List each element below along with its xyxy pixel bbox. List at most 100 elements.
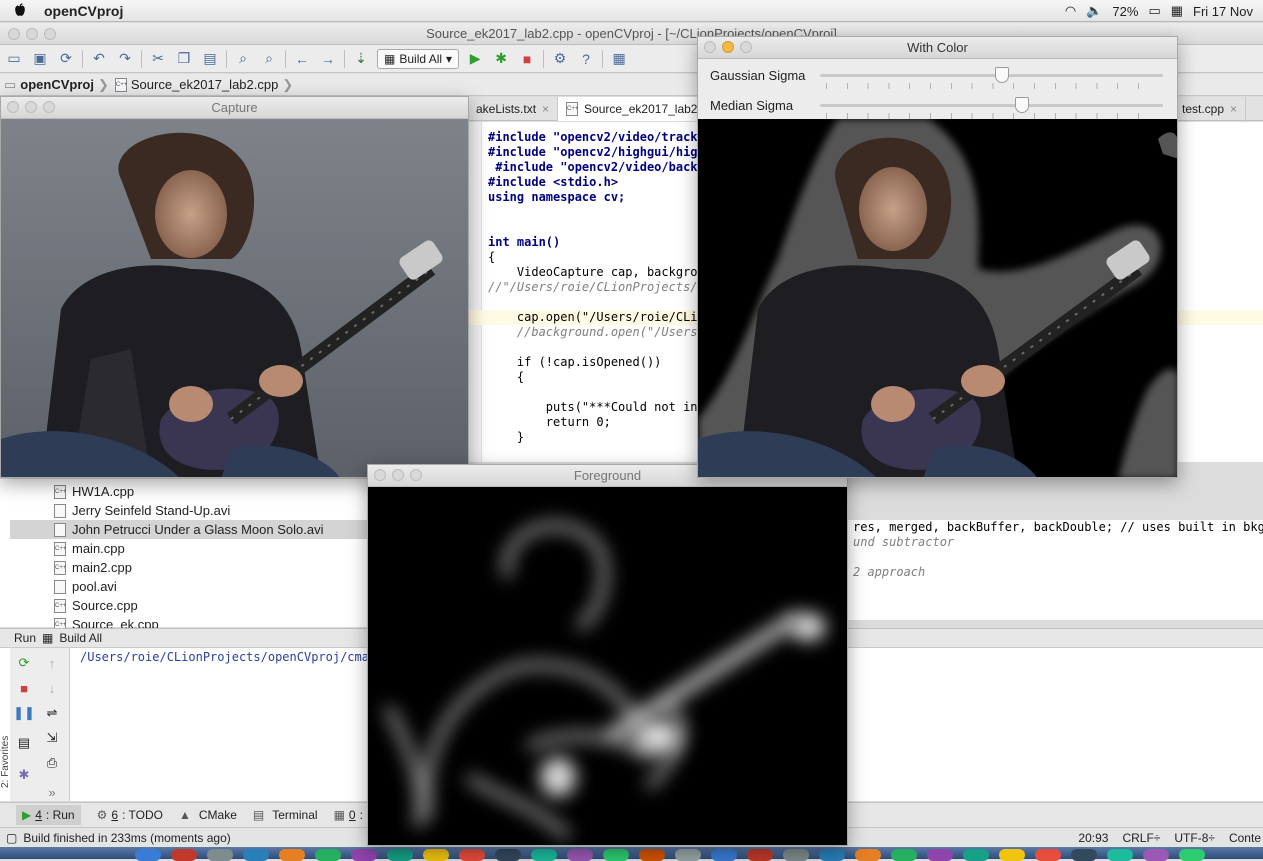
stop-icon[interactable]: ■ bbox=[517, 49, 537, 69]
build-config-select[interactable]: ▦ Build All ▾ bbox=[377, 48, 460, 69]
replace-icon[interactable]: ⌕ bbox=[259, 49, 279, 69]
dock-app-icon[interactable] bbox=[603, 849, 629, 861]
tab-test[interactable]: test.cpp × bbox=[1174, 97, 1247, 121]
dock-app-icon[interactable] bbox=[1035, 849, 1061, 861]
battery-icon[interactable]: ▭ bbox=[1148, 3, 1160, 19]
redo-icon[interactable]: ↷ bbox=[115, 49, 135, 69]
stop-icon[interactable]: ■ bbox=[15, 679, 33, 697]
dock-app-icon[interactable] bbox=[891, 849, 917, 861]
dock-app-icon[interactable] bbox=[135, 849, 161, 861]
close-tab-icon[interactable]: × bbox=[542, 102, 549, 116]
minimize-icon[interactable] bbox=[25, 101, 37, 113]
zoom-icon[interactable] bbox=[740, 41, 752, 53]
dock-app-icon[interactable] bbox=[207, 849, 233, 861]
cut-icon[interactable]: ✂ bbox=[148, 49, 168, 69]
minimize-icon[interactable] bbox=[392, 469, 404, 481]
line-separator[interactable]: CRLF÷ bbox=[1122, 831, 1160, 845]
pin-icon[interactable]: ✱ bbox=[15, 766, 33, 784]
dock-app-icon[interactable] bbox=[1107, 849, 1133, 861]
find-icon[interactable]: ⌕ bbox=[233, 49, 253, 69]
battery-percent[interactable]: 72% bbox=[1112, 4, 1138, 19]
close-tab-icon[interactable]: × bbox=[1230, 102, 1237, 116]
caret-position[interactable]: 20:93 bbox=[1078, 831, 1108, 845]
zoom-icon[interactable] bbox=[43, 101, 55, 113]
close-icon[interactable] bbox=[7, 101, 19, 113]
dock-app-icon[interactable] bbox=[459, 849, 485, 861]
gaussian-sigma-slider[interactable] bbox=[820, 74, 1163, 77]
arrow-down-icon[interactable]: ↓ bbox=[43, 679, 61, 697]
save-icon[interactable]: ▣ bbox=[30, 49, 50, 69]
dock-app-icon[interactable] bbox=[675, 849, 701, 861]
slider-thumb[interactable] bbox=[1015, 97, 1030, 113]
run-icon[interactable]: ▶ bbox=[465, 49, 485, 69]
minimize-icon[interactable] bbox=[26, 28, 38, 40]
breadcrumb-file[interactable]: C++ Source_ek2017_lab2.cpp ❯ bbox=[114, 77, 299, 93]
dock-app-icon[interactable] bbox=[531, 849, 557, 861]
favorites-side-tab[interactable]: 2: Favorites bbox=[0, 708, 11, 788]
more-icon[interactable]: » bbox=[43, 783, 61, 801]
apple-icon[interactable] bbox=[10, 2, 30, 19]
dock-app-icon[interactable] bbox=[855, 849, 881, 861]
copy-icon[interactable]: ❐ bbox=[174, 49, 194, 69]
dock-app-icon[interactable] bbox=[747, 849, 773, 861]
arrow-up-icon[interactable]: ↑ bbox=[43, 654, 61, 672]
tool-tab-terminal[interactable]: ▤ Terminal bbox=[253, 808, 318, 822]
slider-thumb[interactable] bbox=[994, 67, 1009, 83]
close-icon[interactable] bbox=[374, 469, 386, 481]
close-icon[interactable] bbox=[8, 28, 20, 40]
dock-app-icon[interactable] bbox=[567, 849, 593, 861]
tool-tab-cmake[interactable]: ▲ CMake bbox=[179, 808, 237, 822]
dock-app-icon[interactable] bbox=[315, 849, 341, 861]
dock-app-icon[interactable] bbox=[999, 849, 1025, 861]
build-icon[interactable]: ⇣ bbox=[351, 49, 371, 69]
dock-app-icon[interactable] bbox=[1179, 849, 1205, 861]
plugin-icon[interactable]: ▦ bbox=[609, 49, 629, 69]
help-icon[interactable]: ? bbox=[576, 49, 596, 69]
status-square-icon[interactable]: ▢ bbox=[6, 831, 17, 845]
minimize-icon[interactable] bbox=[722, 41, 734, 53]
run-config-label[interactable]: Build All bbox=[59, 631, 102, 645]
undo-icon[interactable]: ↶ bbox=[89, 49, 109, 69]
debug-icon[interactable]: ✱ bbox=[491, 49, 511, 69]
dock-app-icon[interactable] bbox=[783, 849, 809, 861]
wrap-icon[interactable]: ⇌ bbox=[43, 704, 61, 722]
dock-app-icon[interactable] bbox=[495, 849, 521, 861]
dock-app-icon[interactable] bbox=[1143, 849, 1169, 861]
dock-app-icon[interactable] bbox=[1071, 849, 1097, 861]
dock-app-icon[interactable] bbox=[819, 849, 845, 861]
scroll-end-icon[interactable]: ⇲ bbox=[43, 729, 61, 747]
dock-app-icon[interactable] bbox=[351, 849, 377, 861]
clock[interactable]: Fri 17 Nov bbox=[1193, 4, 1253, 19]
code-editor-continuation[interactable]: res, merged, backBuffer, backDouble; // … bbox=[847, 520, 1263, 620]
sync-icon[interactable]: ⟳ bbox=[56, 49, 76, 69]
forward-icon[interactable]: → bbox=[318, 49, 338, 69]
context-indicator[interactable]: Conte bbox=[1229, 831, 1261, 845]
flag-icon[interactable]: ▦ bbox=[1171, 3, 1183, 19]
dock-app-icon[interactable] bbox=[243, 849, 269, 861]
dock-app-icon[interactable] bbox=[927, 849, 953, 861]
dock-app-icon[interactable] bbox=[639, 849, 665, 861]
tab-cmakelists[interactable]: akeLists.txt × bbox=[468, 97, 559, 121]
median-sigma-slider[interactable] bbox=[820, 104, 1163, 107]
app-name-menu[interactable]: openCVproj bbox=[44, 3, 123, 19]
close-icon[interactable] bbox=[704, 41, 716, 53]
zoom-icon[interactable] bbox=[410, 469, 422, 481]
tool-tab-run[interactable]: ▶ 4: Run bbox=[16, 805, 81, 825]
dock-app-icon[interactable] bbox=[423, 849, 449, 861]
zoom-icon[interactable] bbox=[44, 28, 56, 40]
open-icon[interactable]: ▭ bbox=[4, 49, 24, 69]
volume-icon[interactable]: 🔈 bbox=[1086, 3, 1102, 19]
print-icon[interactable]: ⎙ bbox=[43, 754, 61, 772]
paste-icon[interactable]: ▤ bbox=[200, 49, 220, 69]
pause-icon[interactable]: ❚❚ bbox=[13, 704, 35, 722]
tool-tab-todo[interactable]: ⚙ 6: TODO bbox=[97, 808, 163, 822]
back-icon[interactable]: ← bbox=[292, 49, 312, 69]
settings-icon[interactable]: ⚙ bbox=[550, 49, 570, 69]
breadcrumb-project[interactable]: ▭ openCVproj ❯ bbox=[4, 77, 115, 93]
wifi-icon[interactable]: ◠ bbox=[1065, 3, 1076, 19]
dock-app-icon[interactable] bbox=[963, 849, 989, 861]
rerun-icon[interactable]: ⟳ bbox=[15, 654, 33, 672]
dock-app-icon[interactable] bbox=[279, 849, 305, 861]
dock-app-icon[interactable] bbox=[711, 849, 737, 861]
dock-app-icon[interactable] bbox=[171, 849, 197, 861]
